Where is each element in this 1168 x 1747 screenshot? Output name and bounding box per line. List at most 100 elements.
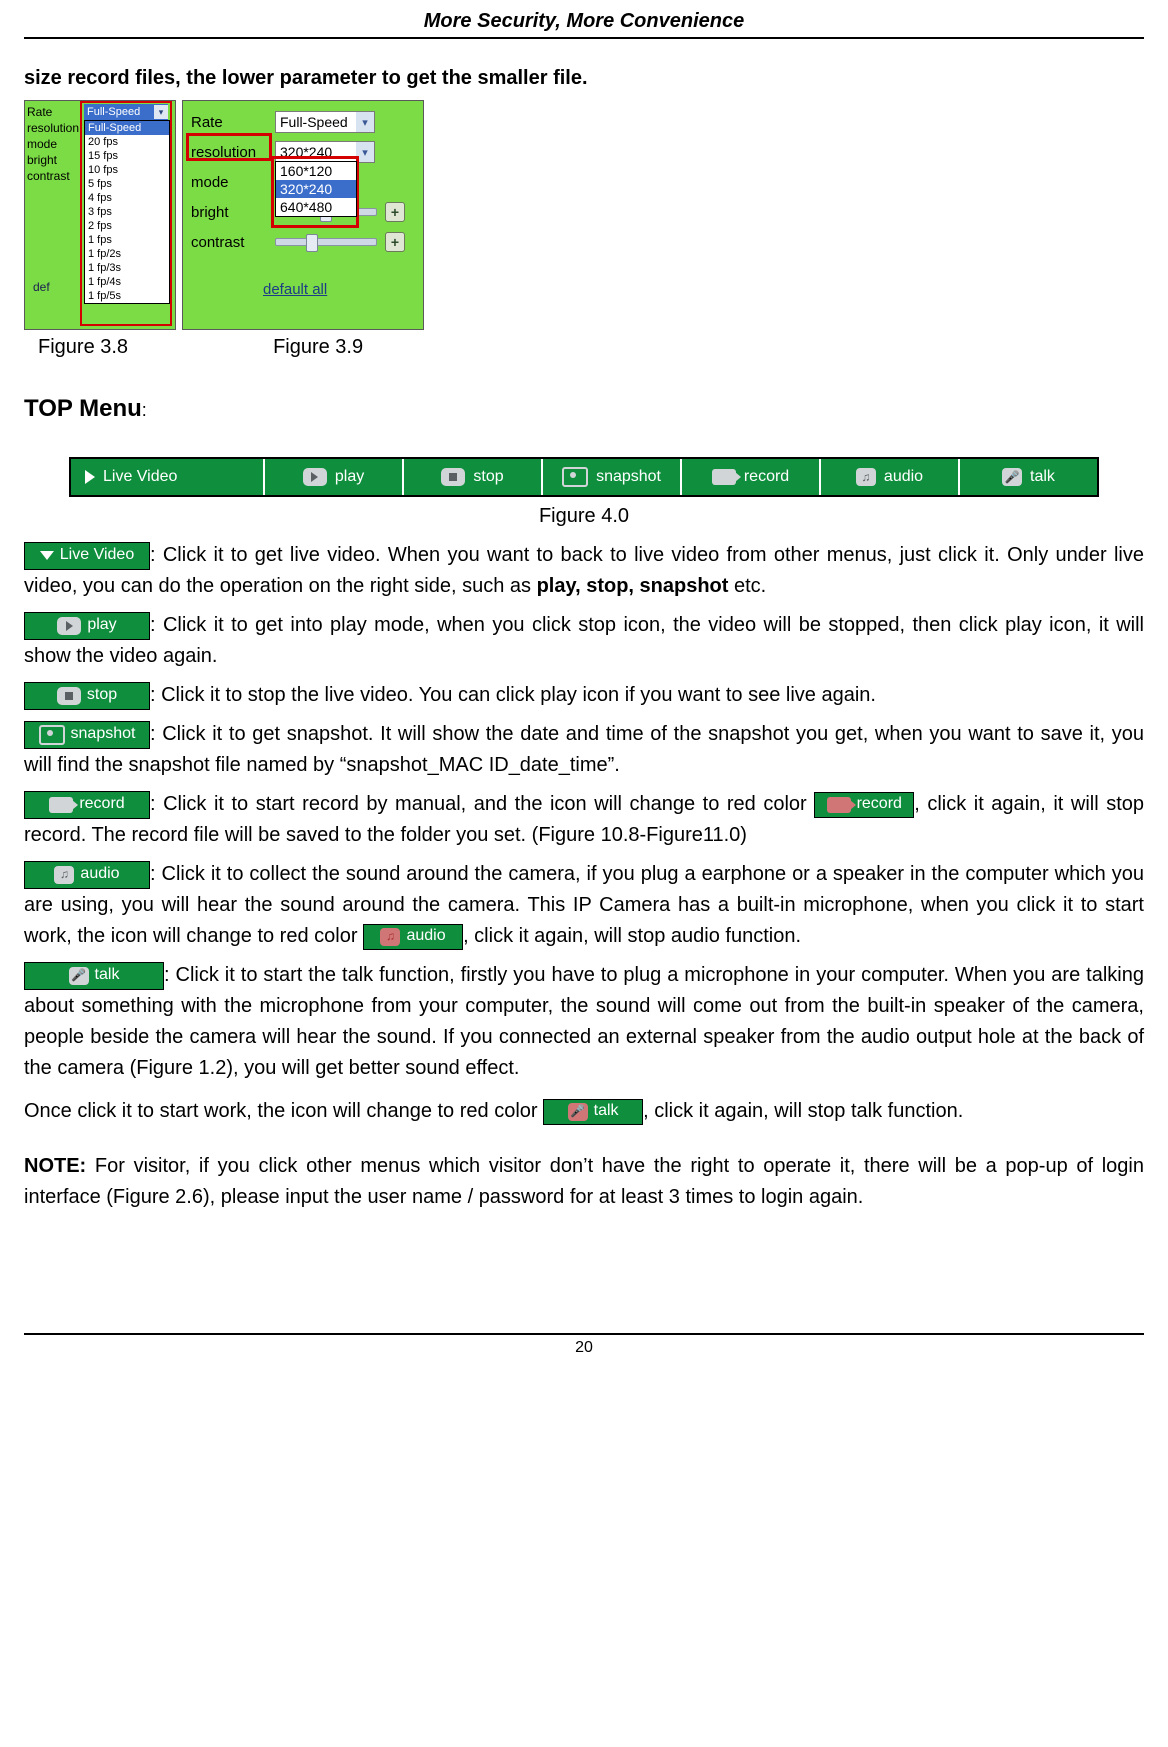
para-stop: stop : Click it to stop the live video. … xyxy=(24,680,1144,711)
contrast-slider[interactable] xyxy=(275,238,377,246)
rate-option[interactable]: 5 fps xyxy=(85,177,169,191)
figure-3-8-panel: Rate resolution mode bright contrast def… xyxy=(24,100,176,330)
fig38-def-label: def xyxy=(33,279,81,295)
rate-option[interactable]: 1 fp/5s xyxy=(85,289,169,303)
fig38-label-mode: mode xyxy=(27,136,83,152)
fig39-rate-label: Rate xyxy=(191,114,275,131)
res-option[interactable]: 640*480 xyxy=(276,198,356,216)
top-menu-heading: TOP Menu: xyxy=(24,395,1144,423)
rate-option[interactable]: 10 fps xyxy=(85,163,169,177)
figure-3-8-caption: Figure 3.8 xyxy=(38,336,128,359)
figure-3-9-panel: Rate Full-Speed ▾ resolution 320*240 ▾ m… xyxy=(182,100,424,330)
live-video-button[interactable]: Live Video xyxy=(24,542,150,570)
res-option[interactable]: 320*240 xyxy=(276,180,356,198)
rate-combo-value: Full-Speed xyxy=(280,114,348,130)
menubar-label: audio xyxy=(884,468,923,486)
rate-option[interactable]: Full-Speed xyxy=(85,121,169,135)
stop-icon xyxy=(57,687,81,705)
rate-option[interactable]: 20 fps xyxy=(85,135,169,149)
para-play: play : Click it to get into play mode, w… xyxy=(24,610,1144,672)
rate-select-value: Full-Speed xyxy=(87,106,140,118)
record-icon-red xyxy=(827,797,851,813)
rate-option[interactable]: 1 fp/3s xyxy=(85,261,169,275)
rate-option[interactable]: 3 fps xyxy=(85,205,169,219)
stop-button[interactable]: stop xyxy=(24,682,150,710)
fig39-red-highlight-label xyxy=(186,133,272,161)
record-icon xyxy=(49,797,73,813)
menubar-live-video[interactable]: Live Video xyxy=(71,459,265,495)
chevron-down-icon: ▾ xyxy=(356,112,374,132)
para-talk: 🎤 talk : Click it to start the talk func… xyxy=(24,960,1144,1084)
fig38-label-bright: bright xyxy=(27,152,83,168)
para-record: record : Click it to start record by man… xyxy=(24,789,1144,851)
para-live-video: Live Video : Click it to get live video.… xyxy=(24,540,1144,602)
menubar-label: snapshot xyxy=(596,468,661,486)
fig39-bright-label: bright xyxy=(191,204,275,221)
rate-option[interactable]: 2 fps xyxy=(85,219,169,233)
menubar-record[interactable]: record xyxy=(682,459,821,495)
rate-option[interactable]: 1 fps xyxy=(85,233,169,247)
play-triangle-icon xyxy=(85,470,95,484)
menubar-audio[interactable]: ♫ audio xyxy=(821,459,960,495)
chevron-down-icon: ▾ xyxy=(154,105,168,119)
record-button[interactable]: record xyxy=(24,791,150,819)
menubar-label: record xyxy=(744,468,789,486)
rate-select[interactable]: Full-Speed ▾ xyxy=(84,104,168,120)
rate-option[interactable]: 15 fps xyxy=(85,149,169,163)
plus-icon[interactable]: + xyxy=(385,232,405,252)
audio-icon: ♫ xyxy=(54,866,74,884)
stop-icon xyxy=(441,468,465,486)
rate-dropdown[interactable]: Full-Speed 20 fps 15 fps 10 fps 5 fps 4 … xyxy=(84,120,170,304)
rate-option[interactable]: 1 fp/2s xyxy=(85,247,169,261)
para-audio: ♫ audio : Click it to collect the sound … xyxy=(24,859,1144,952)
play-icon xyxy=(57,617,81,635)
audio-button-red[interactable]: ♫ audio xyxy=(363,924,463,950)
talk-button-red[interactable]: 🎤 talk xyxy=(543,1099,643,1125)
page-number: 20 xyxy=(575,1339,593,1356)
fig38-label-contrast: contrast xyxy=(27,168,83,184)
rate-combo[interactable]: Full-Speed ▾ xyxy=(275,111,375,133)
page-footer: 20 xyxy=(24,1333,1144,1357)
para-talk-2: Once click it to start work, the icon wi… xyxy=(24,1096,1144,1127)
talk-icon: 🎤 xyxy=(69,967,89,985)
page-header: More Security, More Convenience xyxy=(24,10,1144,39)
camera-icon xyxy=(562,467,588,487)
talk-button[interactable]: 🎤 talk xyxy=(24,962,164,990)
fig38-label-resolution: resolution xyxy=(27,120,83,136)
res-option[interactable]: 160*120 xyxy=(276,162,356,180)
slider-thumb[interactable] xyxy=(306,234,318,252)
play-button[interactable]: play xyxy=(24,612,150,640)
figure-4-0-caption: Figure 4.0 xyxy=(69,505,1099,528)
menubar-label: play xyxy=(335,468,364,486)
header-title: More Security, More Convenience xyxy=(424,10,744,32)
audio-button[interactable]: ♫ audio xyxy=(24,861,150,889)
menubar-play[interactable]: play xyxy=(265,459,404,495)
menubar-label: stop xyxy=(473,468,503,486)
audio-icon-red: ♫ xyxy=(380,928,400,946)
talk-icon-red: 🎤 xyxy=(568,1103,588,1121)
rate-option[interactable]: 1 fp/4s xyxy=(85,275,169,289)
fig39-contrast-label: contrast xyxy=(191,234,275,251)
fig38-label-rate: Rate xyxy=(27,104,83,120)
menubar-snapshot[interactable]: snapshot xyxy=(543,459,682,495)
talk-icon: 🎤 xyxy=(1002,468,1022,486)
record-button-red[interactable]: record xyxy=(814,792,914,818)
play-icon xyxy=(303,468,327,486)
record-icon xyxy=(712,469,736,485)
camera-icon xyxy=(39,725,65,745)
figure-3-9-caption: Figure 3.9 xyxy=(273,336,363,359)
triangle-down-icon xyxy=(40,551,54,560)
para-snapshot: snapshot : Click it to get snapshot. It … xyxy=(24,719,1144,781)
top-menubar: Live Video play stop snapshot record ♫ a… xyxy=(69,457,1099,497)
menubar-label: Live Video xyxy=(103,468,177,486)
rate-option[interactable]: 4 fps xyxy=(85,191,169,205)
menubar-label: talk xyxy=(1030,468,1055,486)
resolution-dropdown[interactable]: 160*120 320*240 640*480 xyxy=(275,161,357,217)
default-all-link[interactable]: default all xyxy=(263,281,327,298)
snapshot-button[interactable]: snapshot xyxy=(24,721,150,749)
plus-icon[interactable]: + xyxy=(385,202,405,222)
menubar-talk[interactable]: 🎤 talk xyxy=(960,459,1097,495)
fig39-mode-label: mode xyxy=(191,174,275,191)
menubar-stop[interactable]: stop xyxy=(404,459,543,495)
intro-line: size record files, the lower parameter t… xyxy=(24,67,1144,90)
